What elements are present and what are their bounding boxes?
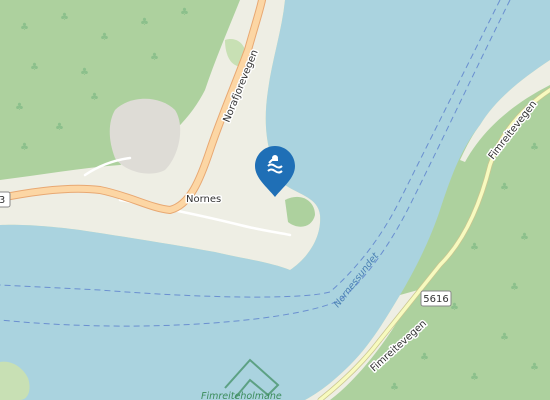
svg-text:♣: ♣: [30, 62, 39, 73]
svg-text:♣: ♣: [100, 32, 109, 43]
village-label[interactable]: Nornes: [185, 193, 223, 207]
svg-text:♣: ♣: [15, 102, 24, 113]
svg-text:♣: ♣: [470, 372, 479, 383]
svg-text:♣: ♣: [500, 182, 509, 193]
protected-area-label: Fimreiteholmane: [201, 391, 282, 400]
road-shield-left: 3: [0, 191, 11, 208]
svg-text:♣: ♣: [510, 282, 519, 293]
svg-text:♣: ♣: [500, 332, 509, 343]
svg-text:♣: ♣: [180, 7, 189, 18]
map-svg[interactable]: ♣♣♣♣ ♣♣ ♣♣ ♣♣♣♣ ♣♣♣♣ ♣♣♣♣ ♣♣♣ Nornes Nora…: [0, 0, 550, 400]
svg-text:5616: 5616: [423, 294, 448, 305]
svg-text:♣: ♣: [90, 92, 99, 103]
svg-text:♣: ♣: [530, 142, 539, 153]
svg-text:3: 3: [0, 195, 5, 206]
svg-text:♣: ♣: [20, 142, 29, 153]
svg-text:♣: ♣: [390, 382, 399, 393]
svg-text:♣: ♣: [20, 22, 29, 33]
svg-text:♣: ♣: [470, 242, 479, 253]
svg-text:♣: ♣: [60, 12, 69, 23]
svg-text:♣: ♣: [80, 67, 89, 78]
svg-text:♣: ♣: [420, 352, 429, 363]
svg-text:♣: ♣: [520, 232, 529, 243]
road-shield-5616: 5616: [420, 290, 452, 307]
svg-text:♣: ♣: [150, 52, 159, 63]
map-canvas[interactable]: ♣ ♣ ♣ ♣ ♣ ♣ ♣ ♣ ♣ ♣ ♣ ♣ ♣ ♣ ♣ ♣ ♣ ♣ ♣ ♣ ♣ ♣ ♣ Nornes Nora…: [0, 0, 550, 400]
svg-text:♣: ♣: [55, 122, 64, 133]
svg-text:♣: ♣: [530, 362, 539, 373]
svg-text:♣: ♣: [140, 17, 149, 28]
residential-area: [109, 98, 181, 174]
